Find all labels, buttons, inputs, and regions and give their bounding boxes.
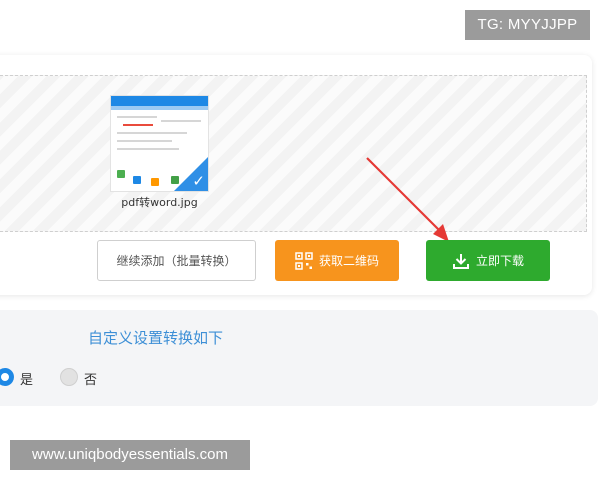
thumbnail-line <box>161 120 201 122</box>
watermark-bottom: www.uniqbodyessentials.com <box>10 440 250 470</box>
thumbnail-app-icon <box>151 178 159 186</box>
watermark-top: TG: MYYJJPP <box>465 10 590 40</box>
settings-panel <box>0 310 598 406</box>
download-now-button[interactable]: 立即下载 <box>426 240 550 281</box>
thumbnail-highlight <box>123 124 153 126</box>
qr-code-icon <box>295 251 313 270</box>
continue-add-label: 继续添加（批量转换） <box>116 254 237 268</box>
download-icon <box>452 252 470 270</box>
download-now-label: 立即下载 <box>475 254 524 268</box>
thumbnail-line <box>117 132 187 134</box>
thumbnail-line <box>117 148 179 150</box>
radio-no[interactable] <box>60 368 78 386</box>
radio-no-label[interactable]: 否 <box>84 369 97 388</box>
red-arrow-annotation <box>366 157 449 242</box>
thumbnail-line <box>117 116 157 118</box>
continue-add-button[interactable]: 继续添加（批量转换） <box>97 240 256 281</box>
thumbnail-toolbar <box>111 96 208 106</box>
get-qr-code-button[interactable]: 获取二维码 <box>275 240 399 281</box>
get-qr-code-label: 获取二维码 <box>318 254 379 268</box>
thumbnail-app-icon <box>117 170 125 178</box>
thumbnail-app-icon <box>133 176 141 184</box>
settings-title: 自定义设置转换如下 <box>88 329 224 347</box>
thumbnail-line <box>117 140 172 142</box>
file-thumbnail[interactable]: ✓ <box>110 95 209 192</box>
checkmark-icon: ✓ <box>192 172 205 190</box>
upload-dropzone[interactable] <box>0 75 587 232</box>
radio-yes-label[interactable]: 是 <box>20 369 33 388</box>
file-name: pdf转word.jpg <box>121 196 198 209</box>
thumbnail-subbar <box>111 106 208 110</box>
